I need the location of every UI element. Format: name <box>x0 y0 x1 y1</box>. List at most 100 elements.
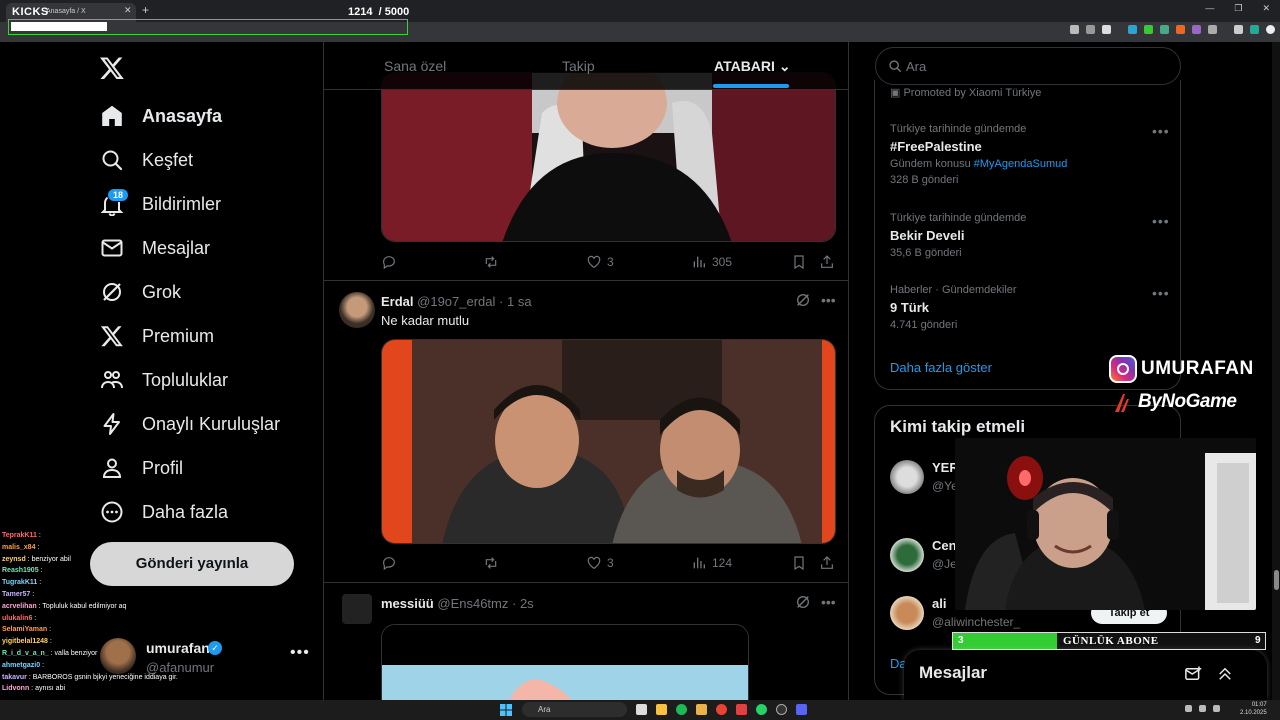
bookmark-button[interactable] <box>791 555 807 571</box>
more-options-icon[interactable]: ••• <box>1152 213 1170 229</box>
post-media-video[interactable] <box>381 339 836 544</box>
taskbar-clock[interactable]: 01:07 2.10.2025 <box>1240 701 1267 717</box>
more-options-icon[interactable]: ••• <box>821 292 836 308</box>
tab-atabari[interactable]: ATABARI ⌄ <box>714 58 791 75</box>
nav-item-communities[interactable]: Topluluklar <box>100 365 228 395</box>
new-message-icon[interactable] <box>1184 665 1202 683</box>
extension-icon[interactable] <box>1128 25 1137 34</box>
avatar[interactable] <box>890 460 924 494</box>
nav-item-home[interactable]: Anasayfa <box>100 101 222 131</box>
expand-up-icon[interactable] <box>1216 665 1234 683</box>
taskbar-search[interactable]: Ara <box>522 702 627 717</box>
extension-icon[interactable] <box>1192 25 1201 34</box>
x-icon <box>100 326 123 347</box>
more-options-icon[interactable]: ••• <box>290 644 310 662</box>
nav-item-messages[interactable]: Mesajlar <box>100 233 210 263</box>
spotify-icon[interactable] <box>676 704 687 715</box>
trend-hashtag-link[interactable]: #MyAgendaSumud <box>974 158 1068 170</box>
extension-icon[interactable] <box>1234 25 1243 34</box>
nav-label: Anasayfa <box>142 105 223 126</box>
post-time[interactable]: · 2s <box>512 596 534 611</box>
nav-item-explore[interactable]: Keşfet <box>100 145 193 175</box>
views-button[interactable]: 124 <box>691 555 732 571</box>
repost-button[interactable] <box>483 254 499 270</box>
minimize-icon[interactable]: — <box>1205 3 1214 14</box>
suggested-user-name[interactable]: ali <box>932 596 946 611</box>
reply-button[interactable] <box>381 254 397 270</box>
tab-close-icon[interactable]: ✕ <box>124 5 132 16</box>
repost-button[interactable] <box>483 555 499 571</box>
extension-icon[interactable] <box>1144 25 1153 34</box>
trend-item[interactable]: Türkiye tarihinde gündemde #FreePalestin… <box>890 123 1170 186</box>
x-logo-icon[interactable] <box>99 55 125 81</box>
like-button[interactable]: 3 <box>586 254 614 270</box>
more-options-icon[interactable]: ••• <box>1152 285 1170 301</box>
avatar[interactable] <box>890 596 924 630</box>
suggested-user-name[interactable]: Cen <box>932 538 957 553</box>
post-media-image[interactable] <box>381 624 749 700</box>
share-button[interactable] <box>819 254 835 270</box>
folder-icon[interactable] <box>696 704 707 715</box>
like-button[interactable]: 3 <box>586 555 614 571</box>
trend-item[interactable]: Haberler · Gündemdekiler 9 Türk 4.741 gö… <box>890 284 1170 331</box>
star-icon[interactable] <box>1102 25 1111 34</box>
post-media-video[interactable] <box>381 72 836 242</box>
reply-button[interactable] <box>381 555 397 571</box>
taskbar-app-icons <box>636 704 807 715</box>
like-count: 3 <box>607 556 614 570</box>
new-tab-icon[interactable]: + <box>142 3 149 17</box>
whatsapp-icon[interactable] <box>756 704 767 715</box>
nav-item-profile[interactable]: Profil <box>100 453 183 483</box>
obs-icon[interactable] <box>776 704 787 715</box>
clock-date: 2.10.2025 <box>1240 710 1267 716</box>
post-time[interactable]: · 1 sa <box>499 294 532 309</box>
more-options-icon[interactable]: ••• <box>821 594 836 610</box>
messages-drawer[interactable]: Mesajlar <box>904 650 1267 700</box>
post-author-handle[interactable]: @Ens46tmz <box>437 596 508 611</box>
discord-icon[interactable] <box>796 704 807 715</box>
post-author-name[interactable]: Erdal <box>381 294 414 309</box>
chrome-icon[interactable] <box>716 704 727 715</box>
task-view-icon[interactable] <box>636 704 647 715</box>
tab-following[interactable]: Takip <box>562 58 595 74</box>
post-author-handle[interactable]: @19o7_erdal <box>417 294 495 309</box>
extension-icon[interactable] <box>1176 25 1185 34</box>
nav-item-verified-orgs[interactable]: Onaylı Kuruluşlar <box>100 409 280 439</box>
grok-icon[interactable] <box>795 292 811 308</box>
grok-icon[interactable] <box>795 594 811 610</box>
nav-label: Profil <box>142 457 184 478</box>
trend-item[interactable]: Türkiye tarihinde gündemde Bekir Develi … <box>890 212 1170 259</box>
share-button[interactable] <box>819 555 835 571</box>
network-icon[interactable] <box>1199 705 1206 712</box>
maximize-icon[interactable]: ❐ <box>1234 3 1242 14</box>
avatar[interactable] <box>890 538 924 572</box>
scrollbar-thumb[interactable] <box>1274 570 1279 590</box>
tray-icon[interactable] <box>1185 705 1192 712</box>
close-window-icon[interactable]: ✕ <box>1262 3 1270 14</box>
extension-icon[interactable] <box>1160 25 1169 34</box>
nav-item-premium[interactable]: Premium <box>100 321 214 351</box>
zoom-icon[interactable] <box>1086 25 1095 34</box>
communities-icon <box>101 371 123 389</box>
app-icon[interactable] <box>736 704 747 715</box>
nav-item-grok[interactable]: Grok <box>100 277 181 307</box>
more-options-icon[interactable]: ••• <box>1152 123 1170 139</box>
scrollbar[interactable] <box>1272 42 1280 700</box>
profile-icon[interactable] <box>1266 25 1275 34</box>
tab-for-you[interactable]: Sana özel <box>384 58 446 74</box>
bookmark-button[interactable] <box>791 254 807 270</box>
sub-goal-label: GÜNLÜK ABONE <box>1063 635 1159 647</box>
avatar[interactable] <box>342 594 372 624</box>
windows-start-icon[interactable] <box>500 704 512 716</box>
avatar[interactable] <box>339 292 375 328</box>
volume-icon[interactable] <box>1213 705 1220 712</box>
nav-item-more[interactable]: Daha fazla <box>100 497 228 527</box>
views-button[interactable]: 305 <box>691 254 732 270</box>
show-more-link[interactable]: Daha fazla göster <box>890 360 992 375</box>
post-author-name[interactable]: messiüü <box>381 596 434 611</box>
extension-icon[interactable] <box>1250 25 1259 34</box>
extension-icon[interactable] <box>1208 25 1217 34</box>
extension-icon[interactable] <box>1070 25 1079 34</box>
post-actions: 3 124 <box>381 555 836 575</box>
file-explorer-icon[interactable] <box>656 704 667 715</box>
